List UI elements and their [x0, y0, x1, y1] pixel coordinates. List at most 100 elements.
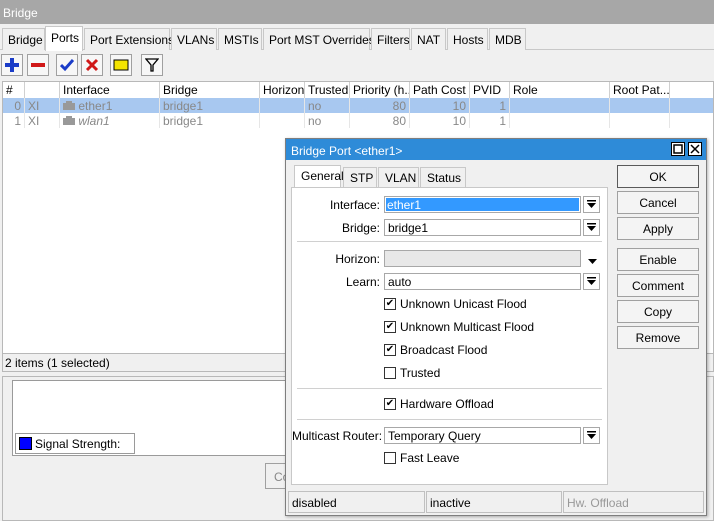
tab-status[interactable]: Status — [420, 167, 466, 187]
row-pvid: 1 — [470, 113, 510, 128]
checkbox-label: Fast Leave — [400, 451, 460, 465]
tab-filters[interactable]: Filters — [371, 28, 410, 50]
col-root-path[interactable]: Root Pat... — [610, 82, 670, 99]
dialog-status-bar: disabled inactive Hw. Offload — [288, 491, 704, 513]
row-trusted: no — [305, 113, 350, 128]
tab-nat[interactable]: NAT — [411, 28, 446, 50]
dialog-title: Bridge Port <ether1> — [286, 139, 706, 160]
checkbox-box: ✔ — [384, 344, 396, 356]
col-flags[interactable] — [25, 82, 60, 99]
tab-ports[interactable]: Ports — [45, 26, 83, 51]
horizon-dropdown-icon[interactable] — [588, 254, 597, 268]
broadcast-flood-checkbox[interactable]: ✔ Broadcast Flood — [384, 343, 487, 357]
col-role[interactable]: Role — [510, 82, 610, 99]
row-bridge: bridge1 — [160, 113, 260, 128]
hardware-offload-checkbox[interactable]: ✔ Hardware Offload — [384, 397, 494, 411]
enable-dialog-button[interactable]: Enable — [617, 248, 699, 271]
row-priority: 80 — [350, 98, 410, 113]
remove-dialog-button[interactable]: Remove — [617, 326, 699, 349]
cancel-button[interactable]: Cancel — [617, 191, 699, 214]
horizon-label: Horizon: — [335, 252, 380, 266]
hw-offload-status: Hw. Offload — [563, 491, 704, 513]
tab-mdb[interactable]: MDB — [489, 28, 526, 50]
row-root-path — [610, 113, 670, 128]
col-horizon[interactable]: Horizon — [260, 82, 305, 99]
close-icon[interactable] — [688, 142, 702, 156]
learn-select[interactable]: auto — [384, 273, 581, 290]
multicast-router-select[interactable]: Temporary Query — [384, 427, 581, 444]
filter-button[interactable] — [141, 54, 163, 76]
checkbox-box: ✔ — [384, 298, 396, 310]
bridge-select[interactable]: bridge1 — [384, 219, 581, 236]
bridge-dropdown[interactable] — [583, 219, 600, 236]
comment-dialog-button[interactable]: Comment — [617, 274, 699, 297]
checkbox-box: ✔ — [384, 321, 396, 333]
table-row[interactable]: 1 XI wlan1 bridge1 no 80 10 1 — [3, 113, 713, 128]
checkbox-box: ✔ — [384, 398, 396, 410]
tab-stp[interactable]: STP — [343, 167, 377, 187]
ok-button[interactable]: OK — [617, 165, 699, 188]
multicast-router-label: Multicast Router: — [292, 429, 383, 443]
col-trusted[interactable]: Trusted — [305, 82, 350, 99]
maximize-icon[interactable] — [671, 142, 685, 156]
unknown-multicast-flood-checkbox[interactable]: ✔ Unknown Multicast Flood — [384, 320, 534, 334]
col-num[interactable]: # — [3, 82, 25, 99]
filter-icon — [145, 58, 159, 72]
tab-bridge[interactable]: Bridge — [2, 28, 45, 50]
chevron-down-icon — [587, 199, 596, 208]
row-interface: wlan1 — [60, 113, 160, 128]
signal-swatch — [19, 437, 32, 450]
col-priority[interactable]: Priority (h... — [350, 82, 410, 99]
chevron-down-icon — [587, 430, 596, 439]
multicast-router-dropdown[interactable] — [583, 427, 600, 444]
disable-button[interactable] — [81, 54, 103, 76]
horizon-input[interactable] — [384, 250, 581, 267]
bridge-label: Bridge: — [341, 221, 380, 235]
col-pvid[interactable]: PVID — [470, 82, 510, 99]
dialog-title-text: Bridge Port <ether1> — [291, 144, 403, 158]
tab-vlans[interactable]: VLANs — [171, 28, 217, 50]
bridge-port-dialog: Bridge Port <ether1> General STP VLAN St… — [285, 138, 707, 516]
row-horizon — [260, 113, 305, 128]
unknown-unicast-flood-checkbox[interactable]: ✔ Unknown Unicast Flood — [384, 297, 527, 311]
row-path-cost: 10 — [410, 98, 470, 113]
tab-general[interactable]: General — [294, 165, 344, 188]
remove-button[interactable] — [27, 54, 49, 76]
copy-button[interactable]: Copy — [617, 300, 699, 323]
col-bridge[interactable]: Bridge — [160, 82, 260, 99]
plus-icon — [5, 58, 19, 72]
comment-button[interactable] — [110, 54, 132, 76]
tab-port-extensions[interactable]: Port Extensions — [84, 28, 174, 50]
learn-dropdown[interactable] — [583, 273, 600, 290]
interface-select[interactable]: ether1 — [384, 196, 581, 213]
apply-button[interactable]: Apply — [617, 217, 699, 240]
tab-vlan[interactable]: VLAN — [378, 167, 419, 187]
minus-icon — [31, 63, 45, 67]
col-path-cost[interactable]: Path Cost — [410, 82, 470, 99]
checkbox-label: Trusted — [400, 366, 441, 380]
signal-legend: Signal Strength: — [15, 433, 135, 454]
general-panel: Interface: ether1 Bridge: bridge1 Horizo… — [291, 187, 608, 485]
table-row[interactable]: 0 XI ether1 bridge1 no 80 10 1 — [3, 98, 713, 113]
row-horizon — [260, 98, 305, 113]
interface-dropdown[interactable] — [583, 196, 600, 213]
tab-hosts[interactable]: Hosts — [447, 28, 488, 50]
row-flags: XI — [25, 113, 60, 128]
note-icon — [113, 59, 129, 71]
row-interface-name: ether1 — [78, 99, 113, 113]
port-icon — [63, 116, 75, 125]
tab-mstis[interactable]: MSTIs — [218, 28, 262, 50]
fast-leave-checkbox[interactable]: Fast Leave — [384, 451, 459, 465]
interface-value: ether1 — [386, 198, 579, 212]
interface-label: Interface: — [329, 198, 380, 212]
enable-button[interactable] — [56, 54, 78, 76]
chevron-down-icon — [587, 222, 596, 231]
trusted-checkbox[interactable]: Trusted — [384, 366, 440, 380]
separator — [297, 241, 602, 242]
add-button[interactable] — [1, 54, 23, 76]
tab-port-mst-overrides[interactable]: Port MST Overrides — [263, 28, 375, 50]
row-bridge: bridge1 — [160, 98, 260, 113]
activity-status: inactive — [426, 491, 562, 513]
col-interface[interactable]: Interface — [60, 82, 160, 99]
main-tabs: Bridge Ports Port Extensions VLANs MSTIs… — [0, 26, 714, 51]
